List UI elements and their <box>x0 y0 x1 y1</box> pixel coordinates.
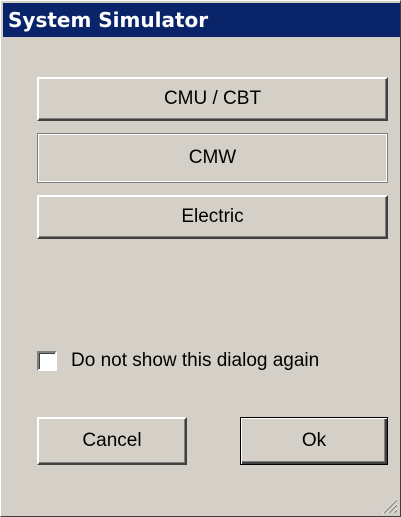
dialog-title-bar[interactable]: System Simulator <box>3 3 400 37</box>
cmw-button[interactable]: CMW <box>37 133 388 183</box>
ok-button-label: Ok <box>301 430 327 451</box>
system-simulator-dialog: System Simulator CMU / CBT CMW Electric … <box>0 0 401 517</box>
dialog-title: System Simulator <box>8 8 209 32</box>
checkbox-label: Do not show this dialog again <box>71 350 320 371</box>
resize-grip-icon[interactable] <box>380 496 398 514</box>
do-not-show-again-checkbox[interactable]: Do not show this dialog again <box>37 347 319 375</box>
cmw-button-label: CMW <box>188 147 237 168</box>
electric-button-label: Electric <box>181 206 244 227</box>
cmu-cbt-button-label: CMU / CBT <box>163 88 262 109</box>
ok-button[interactable]: Ok <box>240 417 388 465</box>
cancel-button[interactable]: Cancel <box>37 417 187 465</box>
checkbox-box[interactable] <box>37 351 57 371</box>
cancel-button-label: Cancel <box>82 430 142 451</box>
cmu-cbt-button[interactable]: CMU / CBT <box>37 77 388 121</box>
electric-button[interactable]: Electric <box>37 195 388 239</box>
